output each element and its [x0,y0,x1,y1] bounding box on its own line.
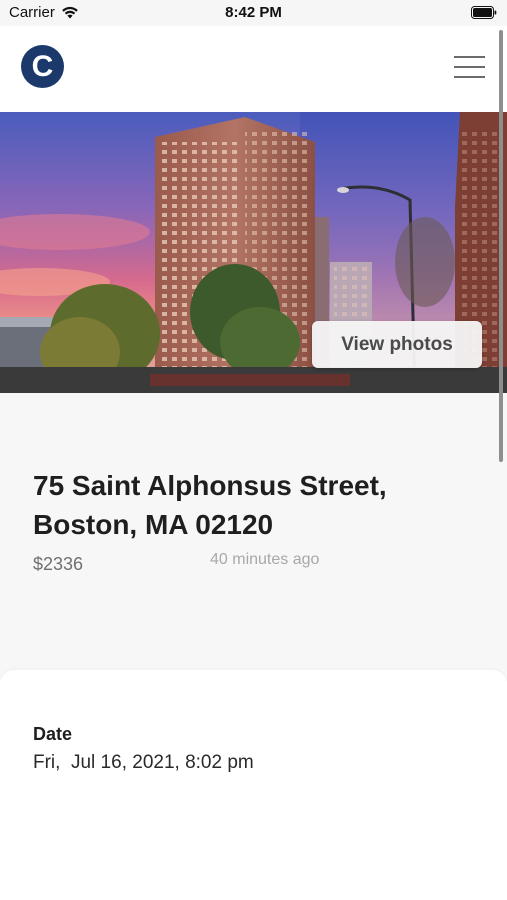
app-header: C [0,26,507,113]
posted-time: 40 minutes ago [210,551,320,568]
view-photos-button[interactable]: View photos [312,321,482,368]
hamburger-menu-icon[interactable] [454,54,486,80]
listing-address: 75 Saint Alphonsus Street, Boston, MA 02… [33,466,473,544]
date-label: Date [33,724,73,744]
status-bar: Carrier 8:42 PM [0,0,507,26]
app-logo[interactable]: C [21,45,64,88]
app-screen: Carrier 8:42 PM C View photos 75 Saint A… [0,0,507,900]
battery-icon [471,6,497,19]
scrollbar[interactable] [499,30,503,462]
date-value: Fri, Jul 16, 2021, 8:02 pm [33,752,254,773]
address-line-2: Boston, MA 02120 [33,509,274,540]
listing-price: $2336 [33,554,84,574]
status-time: 8:42 PM [225,4,282,21]
listing-photo[interactable]: View photos [0,112,507,393]
address-line-1: 75 Saint Alphonsus Street, [33,470,387,501]
details-card: Date Fri, Jul 16, 2021, 8:02 pm [0,670,507,900]
